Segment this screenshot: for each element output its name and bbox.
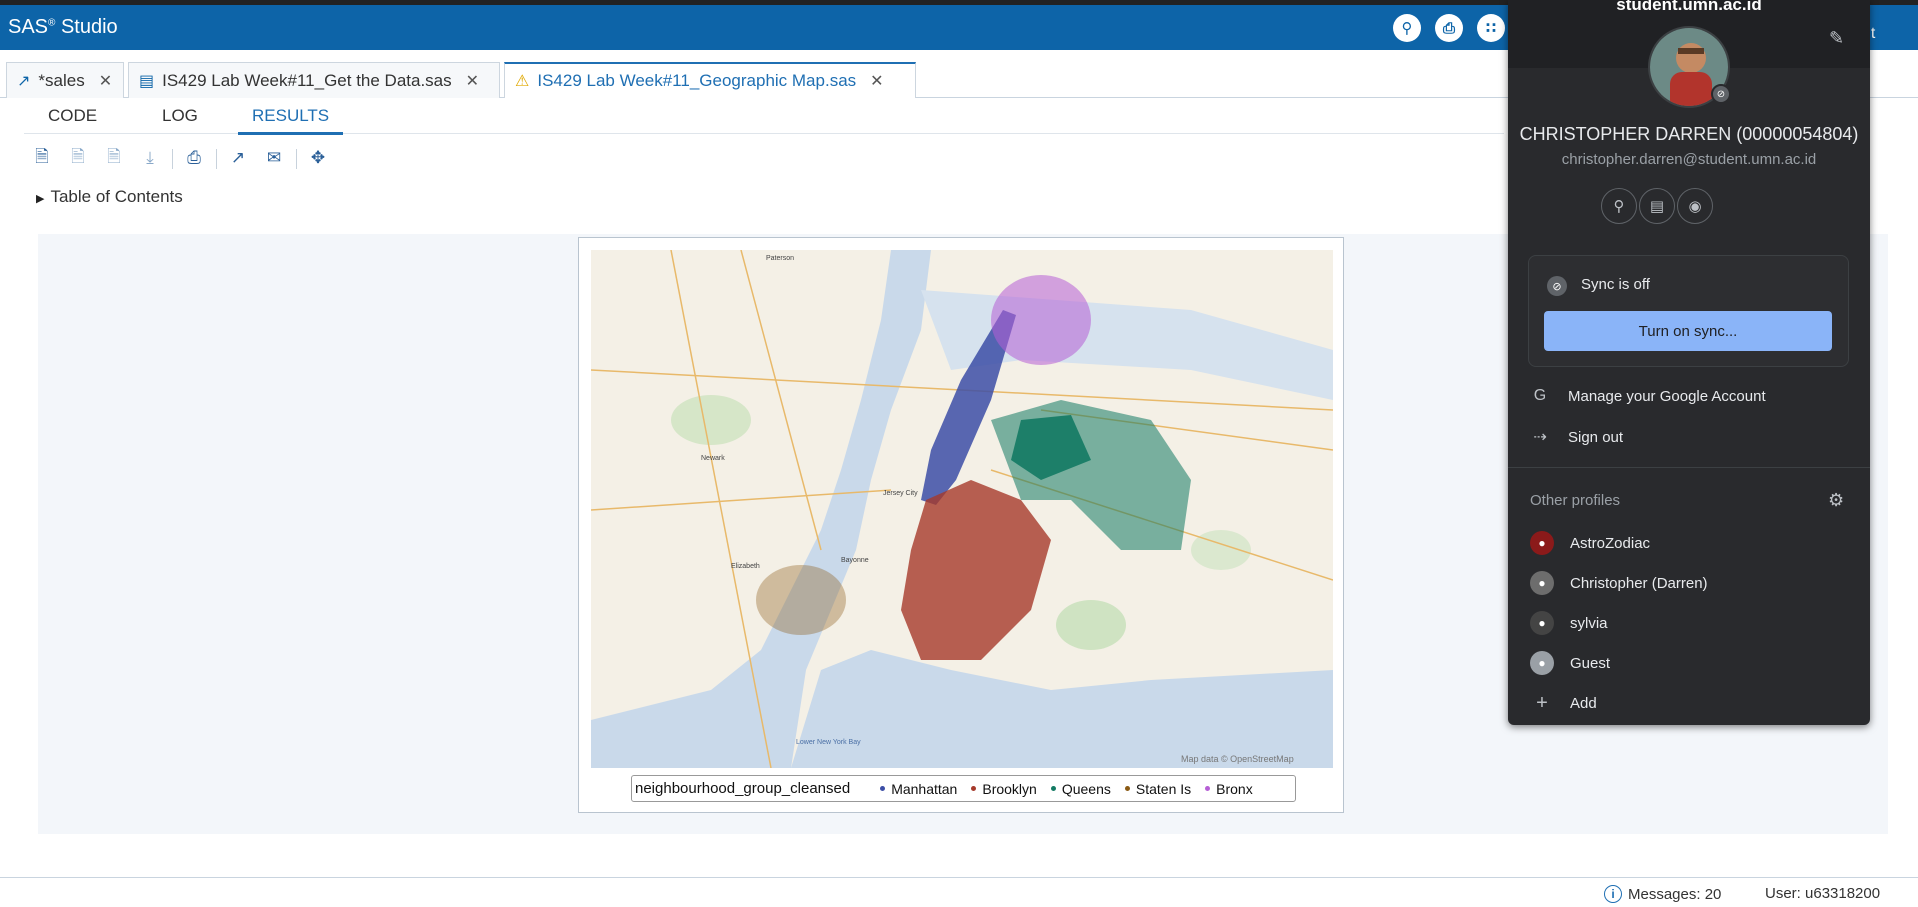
profile-christopher-darren[interactable]: ● Christopher (Darren) <box>1530 571 1708 595</box>
print-icon[interactable]: ⎙ <box>1435 14 1463 42</box>
apps-grid-icon[interactable]: ∷ <box>1477 14 1505 42</box>
warning-icon: ⚠ <box>515 73 530 90</box>
map-image: Paterson Newark Elizabeth Jersey City Ba… <box>591 250 1333 768</box>
messages-indicator[interactable]: i Messages: 20 <box>1604 885 1721 903</box>
table-of-contents-toggle[interactable]: ▶ Table of Contents <box>36 187 183 207</box>
sas-file-icon: ▤ <box>139 72 155 90</box>
user-indicator: User: u63318200 <box>1765 885 1881 902</box>
place-label: Lower New York Bay <box>796 739 861 746</box>
sas-studio-window: SAS® Studio ⚲ ⎙ ∷ ut ↗ *sales ✕ ▤ IS429 … <box>0 0 1918 907</box>
legend-item-queens: Queens <box>1050 781 1111 797</box>
place-label: Elizabeth <box>731 563 760 570</box>
email-icon[interactable]: ✉ <box>262 146 286 170</box>
toolbar-divider <box>172 149 173 169</box>
legend-item-manhattan: Manhattan <box>880 781 957 797</box>
staten-island-points <box>756 565 846 635</box>
open-html-icon[interactable]: 🗎 <box>30 146 54 170</box>
open-in-new-window-icon[interactable]: ↗ <box>226 146 250 170</box>
payment-card-icon[interactable]: ▤ <box>1639 188 1675 224</box>
place-label: Jersey City <box>883 490 918 497</box>
info-icon: i <box>1604 885 1622 903</box>
add-profile[interactable]: + Add <box>1530 691 1597 715</box>
plus-icon: + <box>1536 691 1548 714</box>
status-bar: i Messages: 20 User: u63318200 <box>0 877 1918 907</box>
profile-email: christopher.darren@student.umn.ac.id <box>1561 151 1817 168</box>
avatar: ● <box>1530 571 1554 595</box>
toolbar-divider <box>296 149 297 169</box>
map-legend: neighbourhood_group_cleansed Manhattan B… <box>631 775 1296 802</box>
manage-profiles-gear-icon[interactable]: ⚙ <box>1828 490 1844 511</box>
passwords-key-icon[interactable]: ⚲ <box>1601 188 1637 224</box>
sign-out[interactable]: ⇢ Sign out <box>1530 427 1623 447</box>
tab-label: IS429 Lab Week#11_Geographic Map.sas <box>537 71 857 90</box>
edit-pencil-icon[interactable]: ✎ <box>1829 28 1844 49</box>
close-icon[interactable]: ✕ <box>870 71 883 91</box>
sync-off-icon: ⊘ <box>1547 276 1567 296</box>
close-icon[interactable]: ✕ <box>466 71 479 91</box>
caret-right-icon: ▶ <box>36 193 45 205</box>
other-profiles-label: Other profiles <box>1530 492 1621 509</box>
tab-geographic-map[interactable]: ⚠ IS429 Lab Week#11_Geographic Map.sas ✕ <box>504 62 916 98</box>
tab-get-the-data[interactable]: ▤ IS429 Lab Week#11_Get the Data.sas ✕ <box>128 62 500 98</box>
place-label: Paterson <box>766 255 794 262</box>
download-rtf-icon[interactable]: 🗎 <box>102 146 126 170</box>
turn-on-sync-button[interactable]: Turn on sync... <box>1544 311 1832 351</box>
download-pdf-icon[interactable]: 🗎 <box>66 146 90 170</box>
legend-item-brooklyn: Brooklyn <box>971 781 1037 797</box>
google-g-icon: G <box>1533 387 1547 404</box>
profile-name: CHRISTOPHER DARREN (00000054804) <box>1519 124 1859 144</box>
print-results-icon[interactable]: ⎙ <box>182 146 206 170</box>
person-icon: ● <box>1530 651 1554 675</box>
legend-title: neighbourhood_group_cleansed <box>635 780 851 797</box>
avatar: ● <box>1530 611 1554 635</box>
manage-google-account[interactable]: G Manage your Google Account <box>1530 387 1766 405</box>
editor-subtabs: CODE LOG RESULTS <box>24 104 1504 135</box>
park <box>671 395 751 445</box>
header-email: student.umn.ac.id <box>1616 0 1762 14</box>
geographic-map-output: Paterson Newark Elizabeth Jersey City Ba… <box>578 237 1344 813</box>
bronx-points <box>991 275 1091 365</box>
profile-sylvia[interactable]: ● sylvia <box>1530 611 1608 635</box>
tab-log[interactable]: LOG <box>148 106 212 132</box>
app-brand: SAS® Studio <box>8 16 118 38</box>
tab-sales[interactable]: ↗ *sales ✕ <box>6 62 124 98</box>
tab-results[interactable]: RESULTS <box>238 106 344 135</box>
nyc-map-svg: Paterson Newark Elizabeth Jersey City Ba… <box>591 250 1333 768</box>
legend-item-staten-island: Staten Is <box>1124 781 1191 797</box>
tab-code[interactable]: CODE <box>34 106 111 132</box>
addresses-pin-icon[interactable]: ◉ <box>1677 188 1713 224</box>
close-icon[interactable]: ✕ <box>99 71 112 91</box>
sync-panel: ⊘ Sync is off Turn on sync... <box>1528 255 1849 367</box>
legend-item-bronx: Bronx <box>1205 781 1253 797</box>
place-label: Bayonne <box>841 557 869 564</box>
toc-label: Table of Contents <box>50 187 183 206</box>
search-icon[interactable]: ⚲ <box>1393 14 1421 42</box>
place-label: Newark <box>701 455 725 462</box>
tab-label: *sales <box>38 70 85 90</box>
profile-guest[interactable]: ● Guest <box>1530 651 1610 675</box>
divider <box>1508 467 1870 468</box>
sync-status: Sync is off <box>1581 276 1650 293</box>
toolbar-divider <box>216 149 217 169</box>
avatar: ● <box>1530 531 1554 555</box>
download-icon[interactable]: ⤓ <box>138 146 162 170</box>
program-icon: ↗ <box>17 72 31 90</box>
tab-label: IS429 Lab Week#11_Get the Data.sas <box>162 70 452 90</box>
maximize-icon[interactable]: ✥ <box>306 146 330 170</box>
profile-popup: student.umn.ac.id ✎ ⊘ CHRISTOPHER DARREN… <box>1508 0 1870 725</box>
sign-out-icon: ⇢ <box>1533 429 1547 446</box>
park <box>1056 600 1126 650</box>
map-attribution: Map data © OpenStreetMap <box>1181 754 1294 764</box>
profile-astrozodiac[interactable]: ● AstroZodiac <box>1530 531 1650 555</box>
sync-off-badge-icon: ⊘ <box>1711 84 1731 104</box>
